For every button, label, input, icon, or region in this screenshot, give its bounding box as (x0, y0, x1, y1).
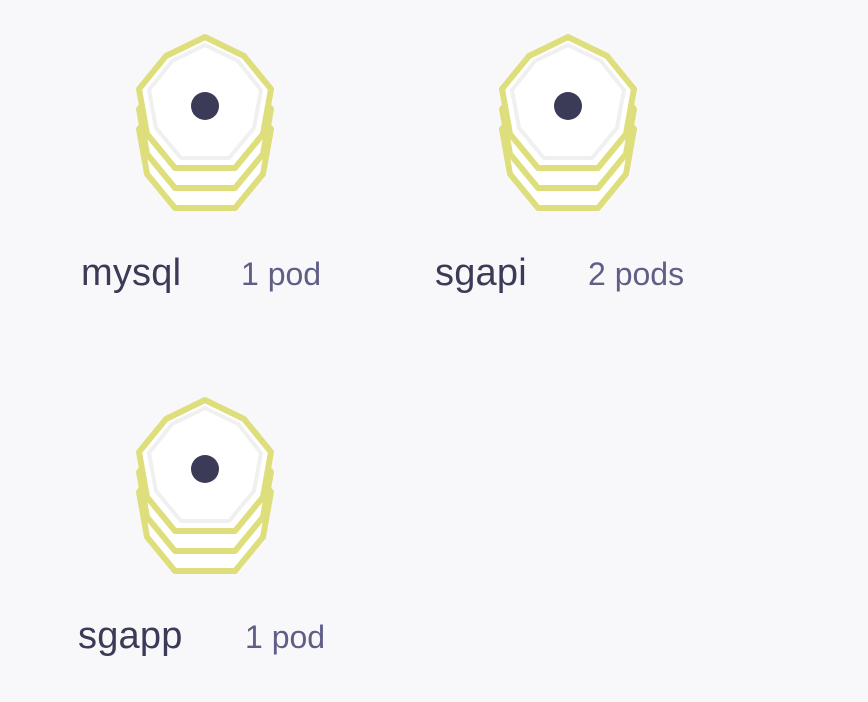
service-name: mysql (81, 252, 182, 294)
pod-count: 1 pod (245, 619, 326, 655)
topology-graph: mysql 1 pod sgapi 2 pods sgapp 1 pod (0, 0, 868, 702)
pod-count: 2 pods (588, 256, 685, 292)
service-node-sgapp[interactable]: sgapp 1 pod (78, 393, 390, 663)
service-stack-icon (130, 30, 280, 220)
service-name: sgapp (78, 615, 183, 657)
service-stack-icon (493, 30, 643, 220)
pod-count: 1 pod (241, 256, 322, 292)
service-stack-icon (130, 393, 280, 583)
service-node-mysql[interactable]: mysql 1 pod (81, 30, 390, 300)
service-node-sgapi[interactable]: sgapi 2 pods (435, 30, 753, 300)
service-name: sgapi (435, 252, 527, 294)
